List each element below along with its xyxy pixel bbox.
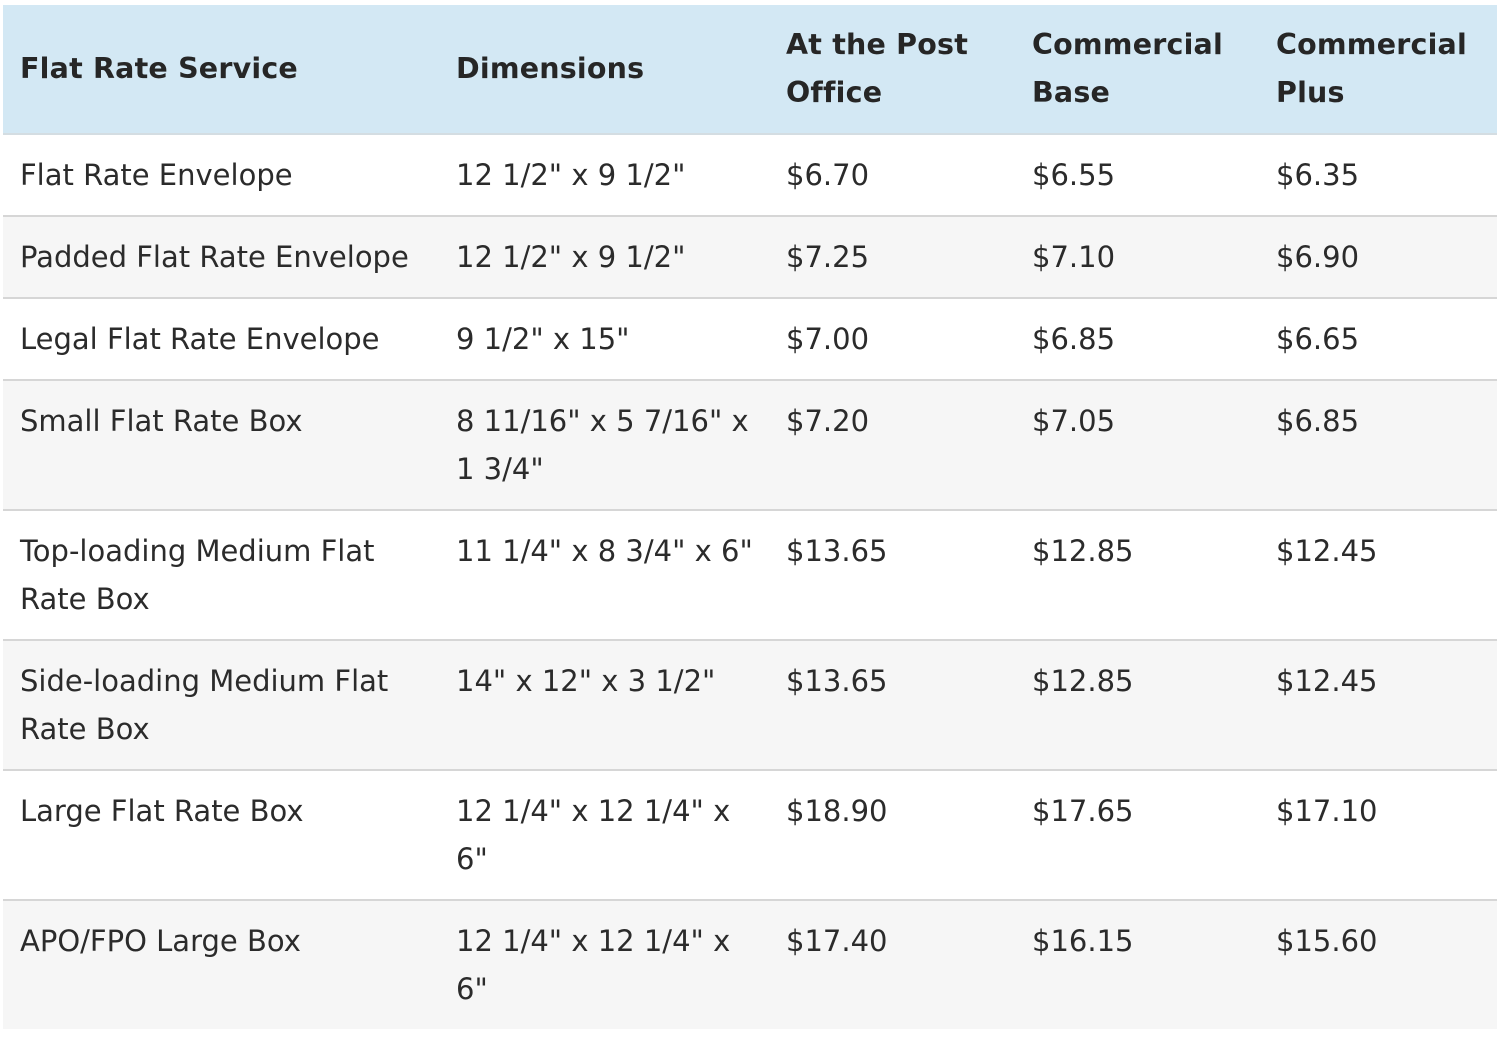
cell-commercial-plus-price: $17.10: [1276, 794, 1378, 828]
table-row: Legal Flat Rate Envelope 9 1/2" x 15" $7…: [3, 298, 1497, 380]
cell-service: APO/FPO Large Box: [20, 924, 301, 958]
cell-commercial-base-price: $12.85: [1032, 534, 1134, 568]
table-row: APO/FPO Large Box 12 1/4" x 12 1/4" x 6"…: [3, 900, 1497, 1029]
cell-dimensions: 12 1/2" x 9 1/2": [456, 158, 686, 192]
table-row: Flat Rate Envelope 12 1/2" x 9 1/2" $6.7…: [3, 134, 1497, 216]
cell-commercial-base-price: $12.85: [1032, 664, 1134, 698]
cell-commercial-base-price: $7.10: [1032, 240, 1116, 274]
cell-post-office-price: $18.90: [786, 794, 888, 828]
cell-commercial-plus-price: $6.90: [1276, 240, 1360, 274]
cell-commercial-base-price: $6.85: [1032, 322, 1116, 356]
cell-commercial-plus-price: $6.35: [1276, 158, 1360, 192]
cell-post-office-price: $6.70: [786, 158, 870, 192]
cell-commercial-base-price: $17.65: [1032, 794, 1134, 828]
cell-commercial-plus-price: $12.45: [1276, 664, 1378, 698]
table-row: Large Flat Rate Box 12 1/4" x 12 1/4" x …: [3, 770, 1497, 900]
table-header-row: Flat Rate Service Dimensions At the Post…: [3, 5, 1497, 134]
cell-dimensions: 9 1/2" x 15": [456, 322, 630, 356]
cell-post-office-price: $7.00: [786, 322, 870, 356]
cell-post-office-price: $7.25: [786, 240, 870, 274]
cell-dimensions: 12 1/4" x 12 1/4" x 6": [456, 794, 731, 876]
column-header-post-office: At the Post Office: [786, 28, 969, 109]
cell-post-office-price: $17.40: [786, 924, 888, 958]
cell-service: Flat Rate Envelope: [20, 158, 293, 192]
flat-rate-pricing-table-container: Flat Rate Service Dimensions At the Post…: [3, 5, 1497, 1029]
cell-commercial-plus-price: $15.60: [1276, 924, 1378, 958]
cell-service: Small Flat Rate Box: [20, 404, 303, 438]
table-row: Small Flat Rate Box 8 11/16" x 5 7/16" x…: [3, 380, 1497, 510]
column-header-commercial-base: Commercial Base: [1032, 28, 1223, 109]
cell-service: Side-loading Medium Flat Rate Box: [20, 664, 389, 746]
table-row: Side-loading Medium Flat Rate Box 14" x …: [3, 640, 1497, 770]
cell-service: Padded Flat Rate Envelope: [20, 240, 409, 274]
cell-service: Legal Flat Rate Envelope: [20, 322, 380, 356]
cell-commercial-base-price: $16.15: [1032, 924, 1134, 958]
cell-post-office-price: $7.20: [786, 404, 870, 438]
flat-rate-pricing-table: Flat Rate Service Dimensions At the Post…: [3, 5, 1497, 1029]
cell-commercial-plus-price: $6.65: [1276, 322, 1360, 356]
cell-dimensions: 14" x 12" x 3 1/2": [456, 664, 716, 698]
cell-commercial-plus-price: $12.45: [1276, 534, 1378, 568]
cell-dimensions: 11 1/4" x 8 3/4" x 6": [456, 534, 753, 568]
cell-post-office-price: $13.65: [786, 534, 888, 568]
column-header-dimensions: Dimensions: [456, 52, 645, 85]
table-row: Top-loading Medium Flat Rate Box 11 1/4"…: [3, 510, 1497, 640]
column-header-commercial-plus: Commercial Plus: [1276, 28, 1467, 109]
cell-commercial-base-price: $7.05: [1032, 404, 1116, 438]
cell-dimensions: 12 1/2" x 9 1/2": [456, 240, 686, 274]
cell-dimensions: 12 1/4" x 12 1/4" x 6": [456, 924, 731, 1006]
column-header-service: Flat Rate Service: [20, 52, 298, 85]
table-row: Padded Flat Rate Envelope 12 1/2" x 9 1/…: [3, 216, 1497, 298]
cell-commercial-base-price: $6.55: [1032, 158, 1116, 192]
cell-dimensions: 8 11/16" x 5 7/16" x 1 3/4": [456, 404, 749, 486]
cell-commercial-plus-price: $6.85: [1276, 404, 1360, 438]
cell-post-office-price: $13.65: [786, 664, 888, 698]
cell-service: Large Flat Rate Box: [20, 794, 304, 828]
cell-service: Top-loading Medium Flat Rate Box: [20, 534, 375, 616]
